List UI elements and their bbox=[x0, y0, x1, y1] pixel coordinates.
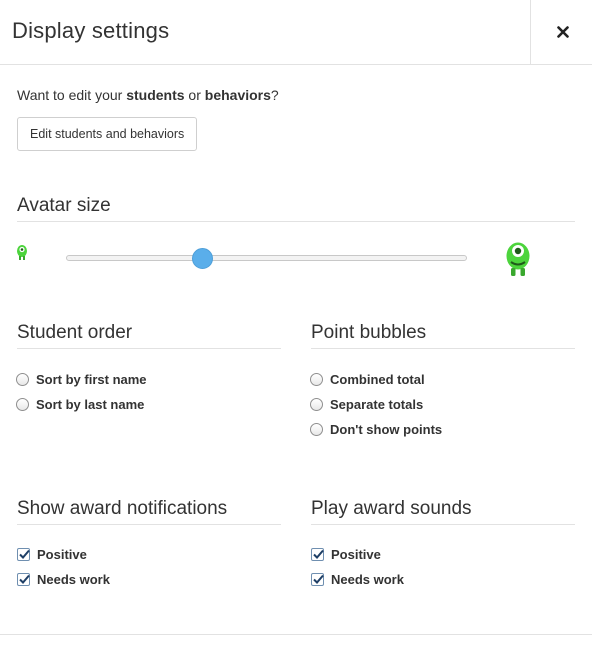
notifications-needs-work-option[interactable]: Needs work bbox=[17, 570, 110, 588]
edit-prompt-prefix: Want to edit your bbox=[17, 87, 127, 103]
sort-last-name-label: Sort by last name bbox=[36, 396, 145, 412]
edit-prompt-suffix: ? bbox=[270, 87, 279, 103]
separate-totals-radio[interactable] bbox=[310, 397, 323, 411]
close-button[interactable] bbox=[530, 0, 592, 64]
combined-total-option[interactable]: Combined total bbox=[310, 370, 425, 388]
close-icon[interactable] bbox=[557, 26, 569, 38]
sounds-positive-option[interactable]: Positive bbox=[311, 545, 381, 563]
notifications-positive-label: Positive bbox=[37, 546, 87, 562]
sounds-needs-work-label: Needs work bbox=[331, 571, 404, 587]
point-bubbles-title: Point bubbles bbox=[311, 322, 427, 343]
sounds-positive-label: Positive bbox=[331, 546, 381, 562]
award-notifications-divider bbox=[17, 524, 281, 525]
combined-total-label: Combined total bbox=[330, 371, 425, 387]
checkmark-icon bbox=[313, 574, 324, 584]
large-monster-avatar-icon bbox=[506, 242, 530, 276]
checkmark-icon bbox=[19, 574, 30, 584]
award-sounds-title: Play award sounds bbox=[311, 498, 472, 519]
footer-divider bbox=[0, 634, 592, 635]
edit-prompt: Want to edit your students or behaviors? bbox=[17, 87, 279, 103]
award-notifications-title: Show award notifications bbox=[17, 498, 228, 519]
sounds-needs-work-option[interactable]: Needs work bbox=[311, 570, 404, 588]
notifications-needs-work-checkbox[interactable] bbox=[17, 572, 30, 586]
sort-first-name-radio[interactable] bbox=[16, 372, 29, 386]
checkmark-icon bbox=[19, 549, 30, 559]
dont-show-points-label: Don't show points bbox=[330, 421, 443, 437]
edit-prompt-students: students bbox=[126, 87, 185, 103]
dialog-title: Display settings bbox=[12, 18, 170, 43]
avatar-size-divider bbox=[17, 221, 575, 222]
combined-total-radio[interactable] bbox=[310, 372, 323, 386]
notifications-positive-option[interactable]: Positive bbox=[17, 545, 87, 563]
dont-show-points-radio[interactable] bbox=[310, 422, 323, 436]
point-bubbles-divider bbox=[311, 348, 575, 349]
avatar-size-slider-track[interactable] bbox=[66, 255, 467, 261]
student-order-divider bbox=[17, 348, 281, 349]
avatar-size-slider-thumb[interactable] bbox=[191, 248, 213, 269]
sort-last-name-radio[interactable] bbox=[16, 397, 29, 411]
sounds-positive-checkbox[interactable] bbox=[311, 547, 324, 561]
edit-prompt-behaviors: behaviors bbox=[204, 87, 271, 103]
student-order-title: Student order bbox=[17, 322, 133, 343]
sort-first-name-label: Sort by first name bbox=[36, 371, 147, 387]
notifications-needs-work-label: Needs work bbox=[37, 571, 110, 587]
sounds-needs-work-checkbox[interactable] bbox=[311, 572, 324, 586]
edit-prompt-or: or bbox=[184, 87, 205, 103]
avatar-size-title: Avatar size bbox=[17, 195, 111, 216]
separate-totals-label: Separate totals bbox=[330, 396, 424, 412]
notifications-positive-checkbox[interactable] bbox=[17, 547, 30, 561]
dont-show-points-option[interactable]: Don't show points bbox=[310, 420, 442, 438]
dialog-header: Display settings bbox=[0, 0, 592, 65]
award-sounds-divider bbox=[311, 524, 575, 525]
sort-first-name-option[interactable]: Sort by first name bbox=[16, 370, 147, 388]
separate-totals-option[interactable]: Separate totals bbox=[310, 395, 423, 413]
sort-last-name-option[interactable]: Sort by last name bbox=[16, 395, 144, 413]
edit-students-behaviors-button[interactable]: Edit students and behaviors bbox=[17, 117, 198, 151]
checkmark-icon bbox=[313, 549, 324, 559]
small-monster-avatar-icon bbox=[17, 245, 27, 260]
